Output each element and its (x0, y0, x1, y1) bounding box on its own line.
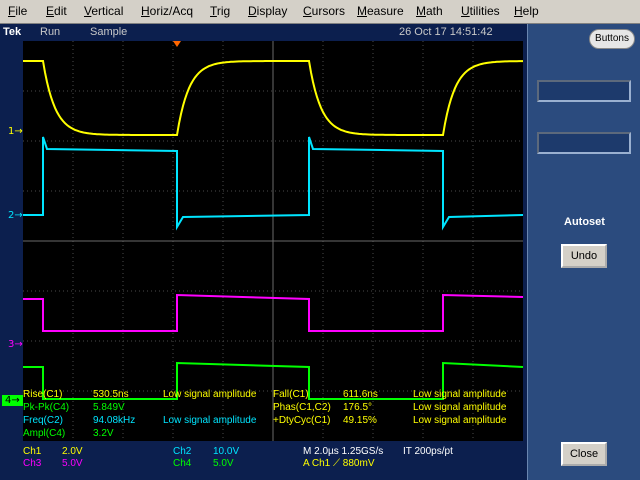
menu-trig[interactable]: Trig (210, 4, 230, 18)
ch1-label[interactable]: Ch1 (23, 446, 41, 457)
ch3-label[interactable]: Ch3 (23, 458, 41, 469)
meas-value: 530.5ns (93, 389, 129, 400)
meas-status: Low signal amplitude (163, 389, 257, 400)
status-bar: Tek Run Sample 26 Oct 17 14:51:42 (0, 24, 527, 42)
ch4-ground-marker[interactable]: 4→ (2, 395, 23, 406)
menu-edit[interactable]: Edit (46, 4, 67, 18)
meas-status: Low signal amplitude (413, 389, 507, 400)
menu-bar: File Edit Vertical Horiz/Acq Trig Displa… (0, 0, 640, 24)
ch2-label[interactable]: Ch2 (173, 446, 191, 457)
close-button[interactable]: Close (561, 442, 607, 466)
meas-label: Phas(C1,C2) (273, 402, 331, 413)
ch3-ground-marker[interactable]: 3→ (8, 339, 23, 350)
menu-cursors[interactable]: Cursors (303, 4, 345, 18)
trigger-position-icon[interactable] (173, 41, 181, 47)
meas-label: Pk-Pk(C4) (23, 402, 70, 413)
channel-readout-bar: Ch1 2.0V Ch3 5.0V Ch2 10.0V Ch4 5.0V M 2… (0, 441, 527, 480)
meas-value: 611.6ns (343, 389, 378, 400)
ch2-ground-marker[interactable]: 2→ (8, 210, 23, 221)
scope-display[interactable]: ◄ Rise(C1) 530.5ns Low signal amplitude … (23, 41, 539, 441)
menu-measure[interactable]: Measure (357, 4, 404, 18)
meas-value: 94.08kHz (93, 415, 136, 426)
meas-label: Fall(C1) (273, 389, 309, 400)
meas-status: Low signal amplitude (413, 402, 507, 413)
ch1-ground-marker[interactable]: 1→ (8, 126, 23, 137)
ch3-scale[interactable]: 5.0V (62, 458, 83, 469)
menu-math[interactable]: Math (416, 4, 443, 18)
timestamp: 26 Oct 17 14:51:42 (399, 26, 493, 38)
menu-utilities[interactable]: Utilities (461, 4, 500, 18)
side-field-lower[interactable] (537, 132, 631, 154)
control-panel: Buttons Autoset Undo Close (527, 24, 640, 480)
interpolation-readout: IT 200ps/pt (403, 446, 453, 457)
menu-horiz-acq[interactable]: Horiz/Acq (141, 4, 193, 18)
buttons-button[interactable]: Buttons (589, 29, 635, 49)
brand-label: Tek (3, 26, 22, 38)
meas-label: Rise(C1) (23, 389, 63, 400)
menu-help[interactable]: Help (514, 4, 539, 18)
menu-file[interactable]: File (8, 4, 27, 18)
meas-label: Ampl(C4) (23, 428, 66, 439)
ch1-scale[interactable]: 2.0V (62, 446, 83, 457)
ch4-scale[interactable]: 5.0V (213, 458, 234, 469)
acquisition-mode: Sample (90, 26, 128, 38)
meas-status: Low signal amplitude (413, 415, 507, 426)
meas-label: Freq(C2) (23, 415, 64, 426)
side-field-upper[interactable] (537, 80, 631, 102)
ch2-scale[interactable]: 10.0V (213, 446, 239, 457)
ch4-label[interactable]: Ch4 (173, 458, 191, 469)
meas-value: 176.5° (343, 402, 373, 413)
menu-display[interactable]: Display (248, 4, 287, 18)
meas-label: +DtyCyc(C1) (273, 415, 331, 426)
timebase-readout[interactable]: M 2.0µs 1.25GS/s (303, 446, 383, 457)
meas-status: Low signal amplitude (163, 415, 257, 426)
meas-value: 5.849V (93, 402, 125, 413)
menu-vertical[interactable]: Vertical (84, 4, 123, 18)
run-state: Run (40, 26, 61, 38)
autoset-label: Autoset (564, 216, 605, 228)
meas-value: 3.2V (93, 428, 114, 439)
meas-value: 49.15% (343, 415, 377, 426)
trigger-readout[interactable]: A Ch1 ⟋ 880mV (303, 458, 374, 469)
undo-button[interactable]: Undo (561, 244, 607, 268)
waveform-graticule (23, 41, 523, 441)
